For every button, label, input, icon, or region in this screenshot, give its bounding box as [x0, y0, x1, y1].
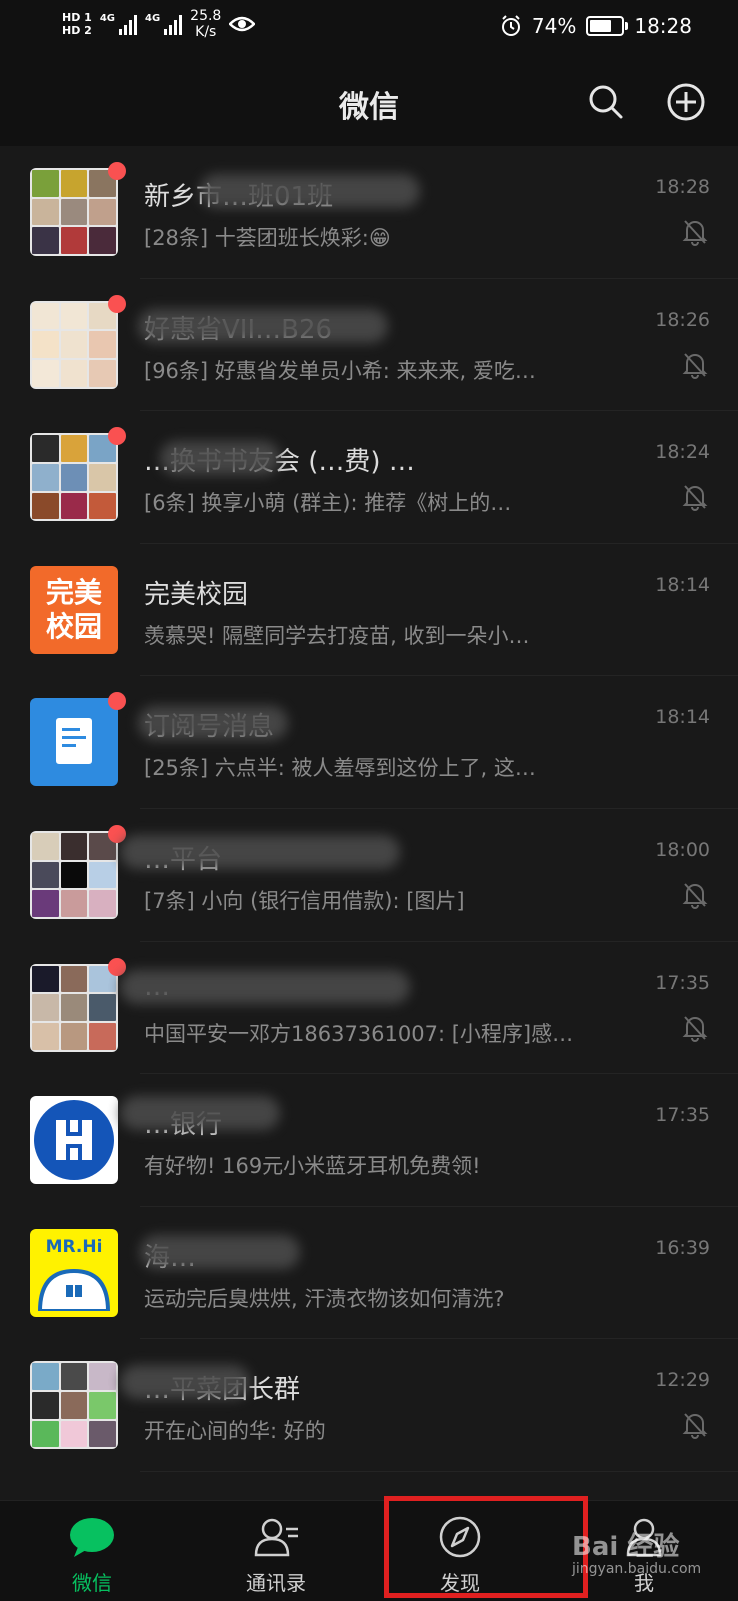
avatar[interactable] [30, 830, 118, 919]
redaction-blur [120, 1365, 250, 1400]
unread-dot [108, 692, 126, 711]
chat-preview: 羡慕哭! 隔壁同学去打疫苗, 收到一朵小… [144, 623, 530, 648]
chat-time: 18:14 [655, 706, 710, 729]
redaction-blur [140, 1234, 300, 1269]
chat-row[interactable]: …换书书友会 (…费) … [6条] 换享小萌 (群主): 推荐《树上的… 18… [0, 411, 738, 544]
battery-percent: 74% [531, 14, 577, 38]
speed-unit: K/s [195, 24, 217, 40]
redaction-blur [160, 441, 280, 476]
alarm-icon [501, 15, 520, 36]
avatar[interactable] [30, 963, 118, 1052]
chat-row[interactable]: …平菜团长群 开在心间的华: 好的 12:29 [0, 1339, 738, 1472]
chat-preview: 开在心间的华: 好的 [144, 1419, 326, 1444]
mrhi-logo-text: MR.Hi [45, 1236, 103, 1257]
unread-dot [108, 162, 126, 180]
avatar[interactable] [30, 433, 118, 522]
chat-bubble-icon [70, 1518, 114, 1557]
chat-row[interactable]: MR.Hi 海… 运动完后臭烘烘, 汗渍衣物该如何清洗? 16:39 [0, 1207, 738, 1340]
status-left: HD 1 HD 2 4G 4G 25.8 K/s [62, 8, 256, 40]
beaver-icon [37, 1268, 111, 1313]
tab-label: 微信 [72, 1571, 112, 1595]
chat-time: 17:35 [655, 971, 710, 994]
tab-label: 通讯录 [246, 1571, 306, 1595]
hd2-label: HD 2 [62, 24, 92, 37]
mute-bell-icon [682, 485, 708, 512]
chat-preview: [25条] 六点半: 被人羞辱到这份上了, 这… [144, 756, 536, 781]
clock: 18:28 [634, 14, 692, 38]
network-type-label: 4G [99, 13, 115, 24]
chat-time: 18:26 [655, 308, 710, 331]
avatar[interactable] [30, 698, 118, 787]
chat-time: 12:29 [655, 1369, 710, 1392]
avatar[interactable]: 完美校园 [30, 565, 118, 654]
battery-icon [586, 16, 629, 36]
mute-bell-icon [682, 220, 708, 246]
chat-time: 18:00 [655, 838, 710, 861]
unread-dot [108, 294, 126, 313]
chat-preview: [28条] 十荟团班长焕彩:😁 [144, 226, 391, 250]
tab-contacts[interactable]: 通讯录 [184, 1501, 368, 1601]
status-bar: HD 1 HD 2 4G 4G 25.8 K/s 74% 18:28 [0, 0, 738, 62]
chat-time: 17:35 [655, 1104, 710, 1127]
tab-chats[interactable]: 微信 [0, 1501, 184, 1601]
unread-dot [108, 957, 126, 976]
chat-preview: [6条] 换享小萌 (群主): 推荐《树上的… [144, 491, 512, 516]
avatar[interactable] [30, 300, 118, 389]
speed-value: 25.8 [190, 8, 222, 24]
watermark-brand: Bai 经验 [572, 1532, 680, 1562]
chat-time: 18:24 [655, 441, 710, 464]
chat-time: 18:14 [655, 573, 710, 596]
page-title: 微信 [339, 90, 399, 125]
chat-row[interactable]: 好惠省VII…B26 [96条] 好惠省发单员小希: 来来来, 爱吃… 18:2… [0, 279, 738, 412]
highlight-box [384, 1496, 588, 1598]
chat-time: 18:28 [655, 176, 710, 198]
status-right: 74% 18:28 [500, 14, 692, 38]
contacts-icon [254, 1518, 298, 1557]
mute-bell-icon [682, 1015, 708, 1042]
chat-name: 完美校园 [144, 579, 249, 610]
chat-list[interactable]: 新乡市…班01班 [28条] 十荟团班长焕彩:😁 18:28 好惠省VII…B2… [0, 146, 738, 1500]
chat-row[interactable]: …银行 有好物! 169元小米蓝牙耳机免费领! 17:35 [0, 1074, 738, 1207]
plus-circle-icon[interactable] [666, 82, 706, 122]
network-type-label-2: 4G [145, 13, 161, 24]
chat-row[interactable]: 完美校园 完美校园 羡慕哭! 隔壁同学去打疫苗, 收到一朵小… 18:14 [0, 544, 738, 677]
chat-row[interactable]: … 中国平安一邓方18637361007: [小程序]感… 17:35 [0, 942, 738, 1075]
chat-preview: 运动完后臭烘烘, 汗渍衣物该如何清洗? [144, 1286, 505, 1311]
watermark: Bai 经验 jingyan.baidu.com [572, 1526, 701, 1577]
chat-preview: [96条] 好惠省发单员小希: 来来来, 爱吃… [144, 358, 536, 383]
network-speed: 25.8 K/s [190, 8, 221, 40]
app-header: 微信 [0, 62, 738, 146]
avatar[interactable]: MR.Hi [30, 1228, 118, 1317]
avatar[interactable] [30, 1096, 118, 1185]
signal-icon: 4G [100, 13, 137, 35]
mute-bell-icon [682, 352, 708, 379]
chat-row[interactable]: 新乡市…班01班 [28条] 十荟团班长焕彩:😁 18:28 [0, 146, 738, 279]
redaction-blur [138, 308, 388, 343]
redaction-blur [120, 969, 410, 1004]
chat-time: 16:39 [655, 1236, 710, 1259]
chat-row[interactable]: …平台 [7条] 小向 (银行信用借款): [图片] 18:00 [0, 809, 738, 942]
document-icon [56, 718, 92, 765]
redaction-blur [120, 834, 400, 869]
avatar[interactable] [30, 168, 118, 256]
redaction-blur [138, 706, 288, 741]
wanmei-logo-text: 完美校园 [45, 575, 102, 643]
hd1-label: HD 1 [62, 11, 92, 24]
chat-preview: [7条] 小向 (银行信用借款): [图片] [144, 888, 465, 913]
eye-icon [229, 16, 256, 32]
avatar[interactable] [30, 1361, 118, 1450]
chat-preview: 中国平安一邓方18637361007: [小程序]感… [144, 1021, 574, 1046]
chat-preview: 有好物! 169元小米蓝牙耳机免费领! [144, 1154, 481, 1179]
watermark-url: jingyan.baidu.com [572, 1561, 702, 1577]
chat-row[interactable]: 订阅号消息 [25条] 六点半: 被人羞辱到这份上了, 这… 18:14 [0, 676, 738, 809]
search-icon[interactable] [586, 82, 626, 122]
mute-bell-icon [682, 883, 708, 909]
signal-icon-2: 4G [145, 13, 183, 35]
unread-dot [108, 427, 126, 446]
bank-logo-icon [34, 1100, 114, 1181]
redaction-blur [200, 174, 420, 208]
redaction-blur [120, 1096, 280, 1131]
mute-bell-icon [682, 1413, 708, 1440]
hd-indicator: HD 1 HD 2 [62, 11, 92, 37]
